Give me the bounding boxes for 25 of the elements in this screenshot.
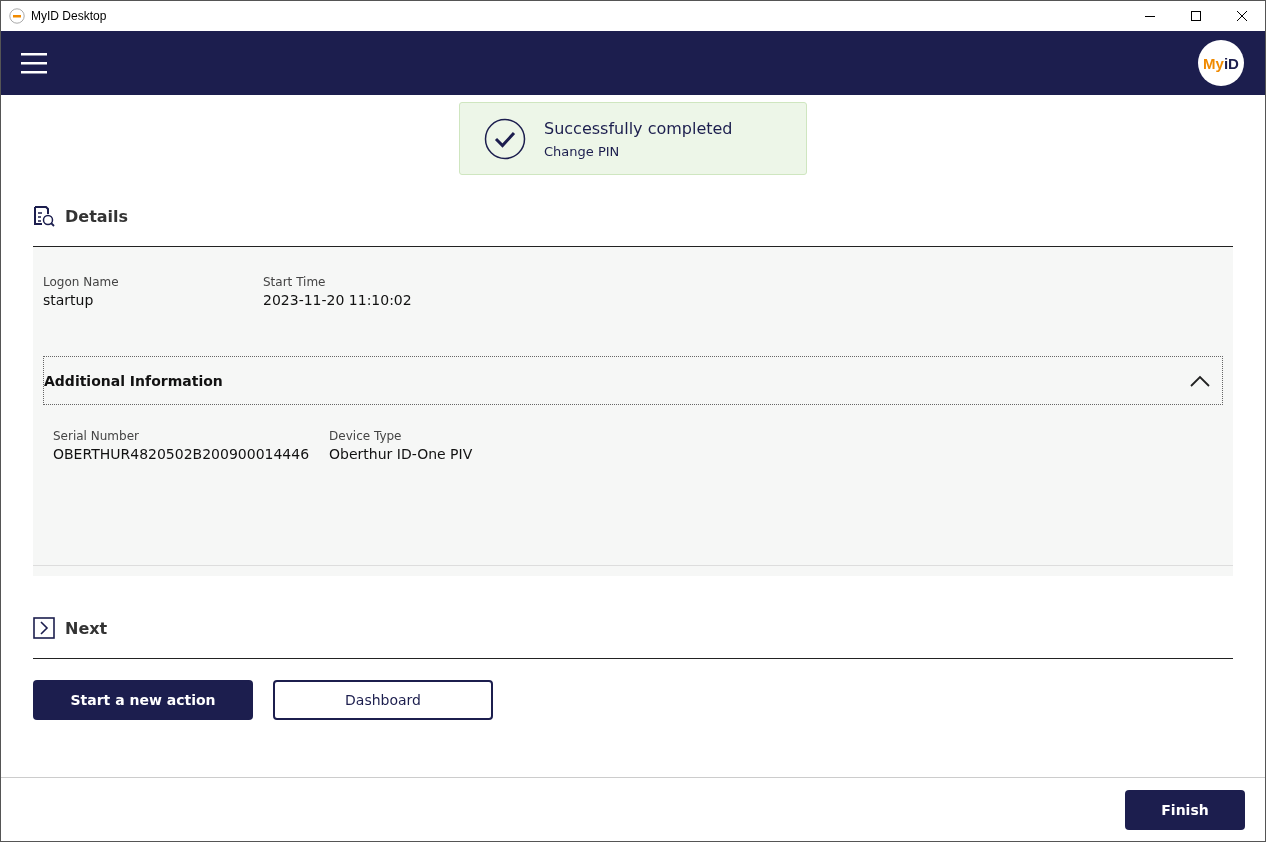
field-label: Start Time	[263, 275, 327, 289]
field-value: 2023-11-20 11:10:02	[263, 292, 413, 308]
primary-button[interactable]: Finish	[1125, 789, 1245, 830]
logo: MyiD	[1198, 40, 1244, 86]
section-heading: Details	[65, 206, 129, 226]
field-label: Logon Name	[43, 275, 120, 289]
window-title: MyID Desktop	[31, 9, 107, 23]
field-label: Device Type	[329, 429, 403, 443]
secondary-button[interactable]: Dashboard	[273, 680, 493, 720]
chevron-up-icon	[1190, 374, 1210, 387]
field-value: startup	[43, 292, 95, 308]
chevron-right-icon	[33, 617, 55, 639]
app-logo-icon	[9, 8, 25, 24]
field-value: Oberthur ID-One PIV	[329, 446, 473, 462]
field-value: OBERTHUR4820502B200900014446	[53, 446, 310, 462]
field-label: Serial Number	[53, 429, 140, 443]
primary-button[interactable]: Start a new action	[33, 680, 253, 720]
toast-title: Successfully completed	[544, 118, 733, 138]
accordion-header[interactable]: Additional Information	[43, 356, 1223, 405]
accordion-title: Additional Information	[44, 372, 223, 389]
menu-icon[interactable]	[21, 52, 47, 74]
checkmark-icon	[484, 117, 526, 160]
section-heading: Next	[65, 618, 108, 638]
toast-subtitle: Change PIN	[544, 143, 621, 159]
document-search-icon	[33, 205, 55, 227]
